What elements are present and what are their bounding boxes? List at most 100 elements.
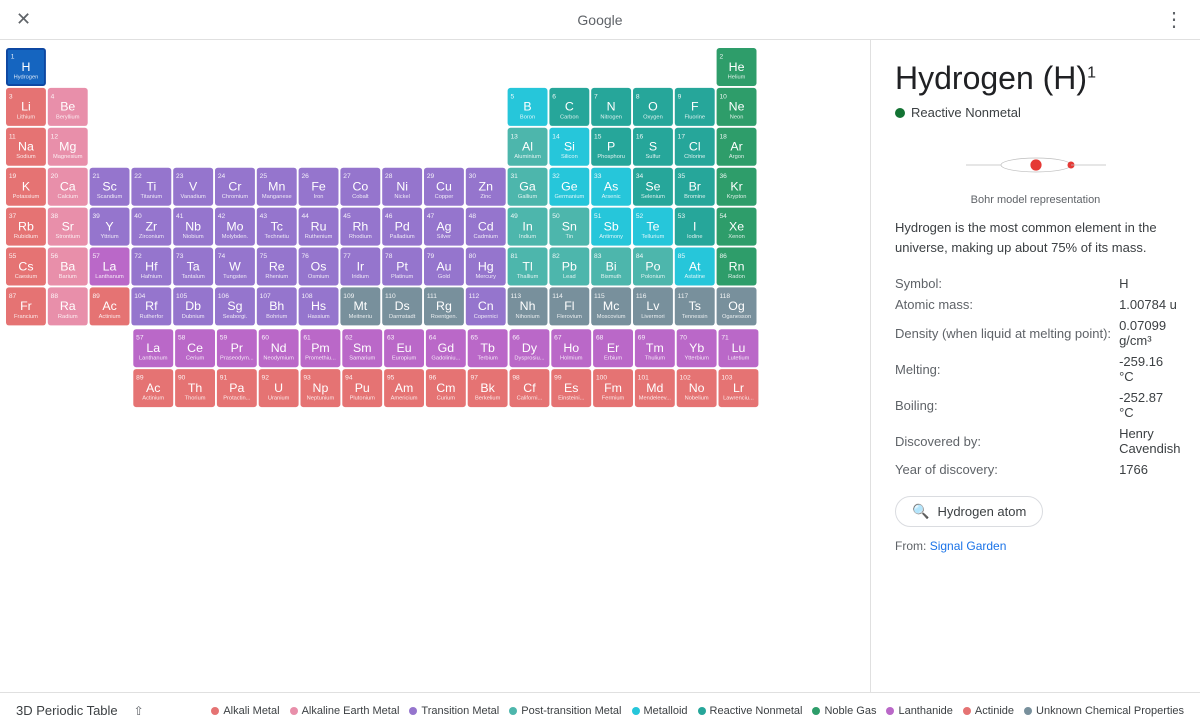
element-cell[interactable]: 23VVanadium <box>173 168 213 206</box>
more-menu-button[interactable]: ⋮ <box>1164 7 1184 32</box>
element-cell[interactable]: 51SbAntimony <box>591 208 631 246</box>
element-cell[interactable]: 24CrChromium <box>215 168 255 206</box>
element-cell[interactable]: 20CaCalcium <box>48 168 88 206</box>
element-cell[interactable]: 10NeNeon <box>717 88 757 126</box>
element-cell[interactable]: 11NaSodium <box>6 128 46 166</box>
element-cell[interactable]: 60NdNeodymium <box>259 329 299 367</box>
element-cell[interactable]: 69TmThulium <box>635 329 675 367</box>
element-cell[interactable]: 83BiBismuth <box>591 248 631 286</box>
element-cell[interactable]: 68ErErbium <box>593 329 633 367</box>
element-cell[interactable]: 39YYttrium <box>90 208 130 246</box>
element-cell[interactable]: 57LaLanthanum <box>133 329 173 367</box>
element-cell[interactable]: 104RfRutherfor <box>131 287 171 325</box>
element-cell[interactable]: 27CoCobalt <box>340 168 380 206</box>
element-cell[interactable]: 12MgMagnesium <box>48 128 88 166</box>
element-cell[interactable]: 65TbTerbium <box>468 329 508 367</box>
element-cell[interactable]: 42MoMolybden. <box>215 208 255 246</box>
element-cell[interactable]: 15PPhosphoru <box>591 128 631 166</box>
element-cell[interactable]: 25MnManganese <box>257 168 297 206</box>
element-cell[interactable]: 95AmAmericium <box>384 369 424 407</box>
share-icon[interactable]: ⇧ <box>134 704 144 718</box>
source-link[interactable]: Signal Garden <box>930 539 1007 553</box>
element-cell[interactable]: 70YbYtterbium <box>677 329 717 367</box>
element-cell[interactable]: 73TaTantalum <box>173 248 213 286</box>
element-cell[interactable]: 106SgSeaborgi. <box>215 287 255 325</box>
element-cell[interactable]: 89AcActinium <box>90 287 130 325</box>
element-cell[interactable]: 110DsDarmstadt <box>382 287 422 325</box>
element-cell[interactable]: 93NpNeptunium <box>301 369 341 407</box>
element-cell[interactable]: 6CCarbon <box>549 88 589 126</box>
element-cell[interactable]: 63EuEuropium <box>384 329 424 367</box>
element-cell[interactable]: 114FlFlerovium <box>549 287 589 325</box>
element-cell[interactable]: 49InIndium <box>508 208 548 246</box>
element-cell[interactable]: 101MdMendeleev... <box>635 369 675 407</box>
element-cell[interactable]: 56BaBarium <box>48 248 88 286</box>
close-button[interactable]: ✕ <box>16 9 31 30</box>
element-cell[interactable]: 92UUranium <box>259 369 299 407</box>
element-cell[interactable]: 47AgSilver <box>424 208 464 246</box>
element-cell[interactable]: 94PuPlutonium <box>342 369 382 407</box>
element-cell[interactable]: 74WTungsten <box>215 248 255 286</box>
element-cell[interactable]: 18ArArgon <box>717 128 757 166</box>
element-cell[interactable]: 3LiLithium <box>6 88 46 126</box>
element-cell[interactable]: 14SiSilicon <box>549 128 589 166</box>
element-cell[interactable]: 16SSulfur <box>633 128 673 166</box>
element-cell[interactable]: 1HHydrogen <box>6 48 46 86</box>
element-cell[interactable]: 8OOxygen <box>633 88 673 126</box>
element-cell[interactable]: 17ClChlorine <box>675 128 715 166</box>
element-cell[interactable]: 107BhBohrium <box>257 287 297 325</box>
element-cell[interactable]: 59PrPraseodym... <box>217 329 257 367</box>
element-cell[interactable]: 35BrBromine <box>675 168 715 206</box>
element-cell[interactable]: 31GaGallium <box>508 168 548 206</box>
element-cell[interactable]: 87FrFrancium <box>6 287 46 325</box>
element-cell[interactable]: 48CdCadmium <box>466 208 506 246</box>
element-cell[interactable]: 66DyDysprosiu... <box>510 329 550 367</box>
element-cell[interactable]: 98CfCaliforni... <box>510 369 550 407</box>
element-cell[interactable]: 90ThThorium <box>175 369 215 407</box>
element-cell[interactable]: 13AlAluminium <box>508 128 548 166</box>
search-button[interactable]: 🔍 Hydrogen atom <box>895 496 1043 527</box>
element-cell[interactable]: 32GeGermanium <box>549 168 589 206</box>
element-cell[interactable]: 71LuLutetium <box>719 329 759 367</box>
element-cell[interactable]: 36KrKrypton <box>717 168 757 206</box>
element-cell[interactable]: 76OsOsmium <box>299 248 339 286</box>
element-cell[interactable]: 46PdPalladium <box>382 208 422 246</box>
element-cell[interactable]: 102NoNobelium <box>677 369 717 407</box>
element-cell[interactable]: 34SeSelenium <box>633 168 673 206</box>
element-cell[interactable]: 117TsTennessin <box>675 287 715 325</box>
element-cell[interactable]: 81TlThallium <box>508 248 548 286</box>
element-cell[interactable]: 58CeCerium <box>175 329 215 367</box>
element-cell[interactable]: 105DbDubnium <box>173 287 213 325</box>
element-cell[interactable]: 75ReRhenium <box>257 248 297 286</box>
element-cell[interactable]: 4BeBeryllium <box>48 88 88 126</box>
element-cell[interactable]: 67HoHolmium <box>551 329 591 367</box>
element-cell[interactable]: 108HsHassium <box>299 287 339 325</box>
element-cell[interactable]: 40ZrZirconium <box>131 208 171 246</box>
element-cell[interactable]: 91PaProtactin... <box>217 369 257 407</box>
element-cell[interactable]: 103LrLawrenciu... <box>719 369 759 407</box>
element-cell[interactable]: 29CuCopper <box>424 168 464 206</box>
element-cell[interactable]: 72HfHafnium <box>131 248 171 286</box>
element-cell[interactable]: 30ZnZinc <box>466 168 506 206</box>
element-cell[interactable]: 111RgRoentgen. <box>424 287 464 325</box>
element-cell[interactable]: 26FeIron <box>299 168 339 206</box>
element-cell[interactable]: 84PoPolonium <box>633 248 673 286</box>
element-cell[interactable]: 64GdGadoliniu... <box>426 329 466 367</box>
element-cell[interactable]: 115McMoscovium <box>591 287 631 325</box>
element-cell[interactable]: 100FmFermium <box>593 369 633 407</box>
element-cell[interactable]: 33AsArsenic <box>591 168 631 206</box>
element-cell[interactable]: 5BBoron <box>508 88 548 126</box>
element-cell[interactable]: 113NhNihonium <box>508 287 548 325</box>
element-cell[interactable]: 99EsEinsteini... <box>551 369 591 407</box>
element-cell[interactable]: 7NNitrogen <box>591 88 631 126</box>
element-cell[interactable]: 61PmPromethiu... <box>301 329 341 367</box>
element-cell[interactable]: 62SmSamarium <box>342 329 382 367</box>
element-cell[interactable]: 116LvLivermori <box>633 287 673 325</box>
element-cell[interactable]: 2HeHelium <box>717 48 757 86</box>
element-cell[interactable]: 54XeXenon <box>717 208 757 246</box>
element-cell[interactable]: 85AtAstatine <box>675 248 715 286</box>
element-cell[interactable]: 77IrIridium <box>340 248 380 286</box>
element-cell[interactable]: 53IIodine <box>675 208 715 246</box>
element-cell[interactable]: 96CmCurium <box>426 369 466 407</box>
element-cell[interactable]: 79AuGold <box>424 248 464 286</box>
